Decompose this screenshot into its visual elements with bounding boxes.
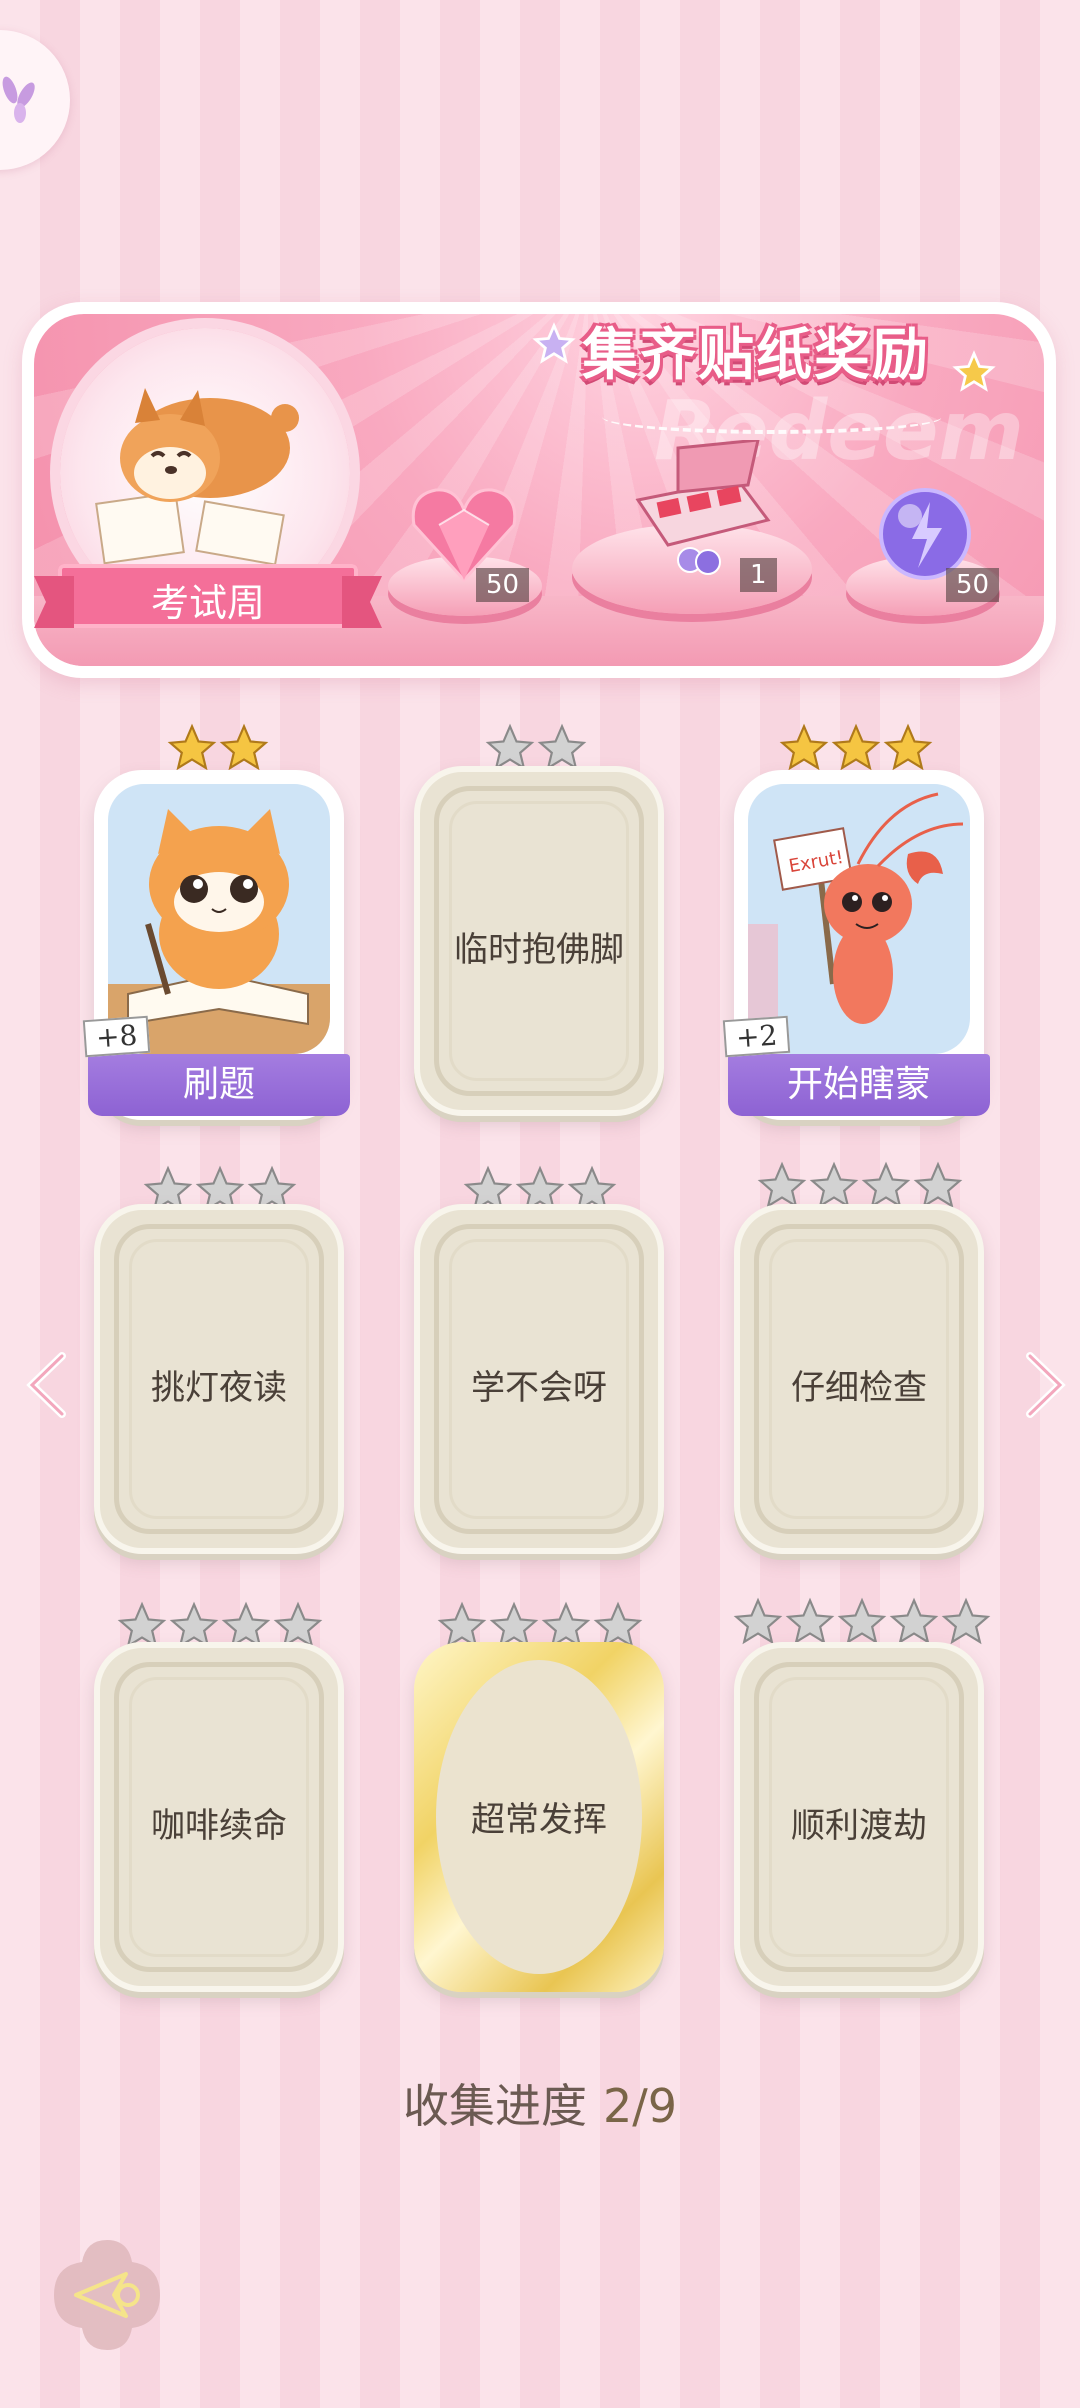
sticker-card[interactable]: 临时抱佛脚 <box>414 766 664 1116</box>
flower-petal-icon <box>2 76 35 123</box>
theme-label-ribbon: 考试周 <box>58 564 358 628</box>
sticker-card[interactable]: 咖啡续命 <box>94 1642 344 1992</box>
reward-count: 1 <box>740 558 777 592</box>
collection-progress: 收集进度 2/9 <box>0 2070 1080 2136</box>
sticker-card[interactable]: 刷题 +8 <box>82 770 350 1120</box>
card-name: 挑灯夜读 <box>151 1368 287 1408</box>
sticker-card-gold[interactable]: 超常发挥 <box>414 1642 664 1992</box>
sticker-card[interactable]: 挑灯夜读 <box>94 1204 344 1554</box>
star-icon <box>940 1596 992 1648</box>
star-icon <box>778 722 830 774</box>
orange-cat-studying-icon <box>108 809 330 1054</box>
sticker-card[interactable]: 学不会呀 <box>414 1204 664 1554</box>
star-icon <box>830 722 882 774</box>
gold-star-icon <box>952 350 996 392</box>
card-name: 开始瞎蒙 <box>728 1054 990 1116</box>
card-name: 顺利渡劫 <box>791 1806 927 1846</box>
chevron-left-icon[interactable] <box>22 1350 72 1420</box>
sticker-card[interactable]: 顺利渡劫 <box>734 1642 984 1992</box>
card-name: 学不会呀 <box>471 1368 607 1408</box>
banner-title: 集齐贴纸奖励 <box>582 323 930 388</box>
purple-star-icon <box>532 322 576 364</box>
sticker-card[interactable]: Exrut! 开始瞎蒙 +2 <box>722 770 990 1120</box>
card-name: 临时抱佛脚 <box>454 930 624 970</box>
card-name: 仔细检查 <box>791 1368 927 1408</box>
progress-value: 2/9 <box>602 2079 678 2133</box>
star-icon <box>166 722 218 774</box>
theme-label: 考试周 <box>150 581 265 625</box>
back-button[interactable] <box>48 2236 166 2354</box>
chevron-right-icon[interactable] <box>1020 1350 1070 1420</box>
star-icon <box>836 1596 888 1648</box>
progress-label: 收集进度 <box>402 2079 587 2133</box>
sticker-card[interactable]: 仔细检查 <box>734 1204 984 1554</box>
card-bonus: +2 <box>722 1015 791 1058</box>
sticker-menu-button[interactable] <box>0 30 70 170</box>
star-icon <box>732 1596 784 1648</box>
card-name: 咖啡续命 <box>151 1806 287 1846</box>
star-icon <box>784 1596 836 1648</box>
shrimp-with-sign-icon: Exrut! <box>748 792 964 1054</box>
star-icon <box>888 1596 940 1648</box>
star-icon <box>218 722 270 774</box>
card-bonus: +8 <box>82 1015 151 1058</box>
star-icon <box>882 722 934 774</box>
card-name: 刷题 <box>88 1054 350 1116</box>
reward-count: 50 <box>476 568 530 602</box>
card-name: 超常发挥 <box>471 1800 607 1840</box>
banner-title-box: 集齐贴纸奖励 <box>532 300 996 434</box>
reward-count: 50 <box>946 568 1000 602</box>
